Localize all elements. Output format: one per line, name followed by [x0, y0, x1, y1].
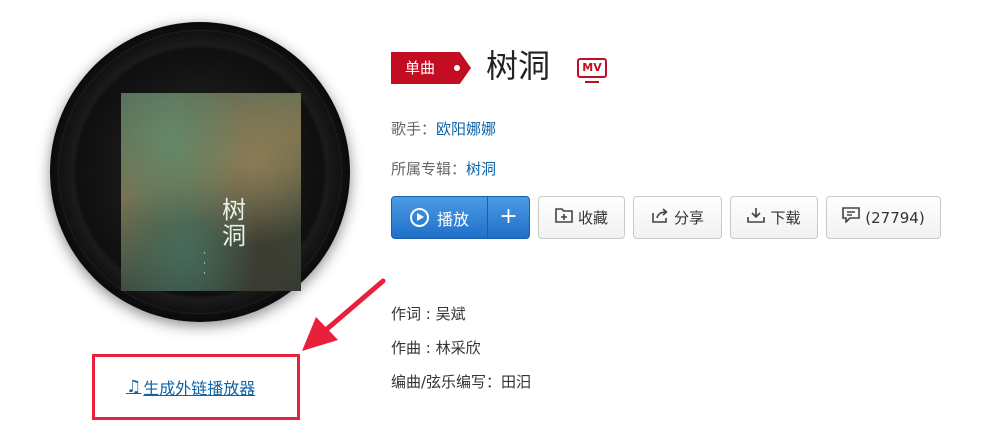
- generate-player-link[interactable]: ♫ 生成外链播放器: [126, 376, 255, 398]
- player-link-label: 生成外链播放器: [143, 379, 256, 398]
- music-note-icon: ♫: [126, 377, 142, 397]
